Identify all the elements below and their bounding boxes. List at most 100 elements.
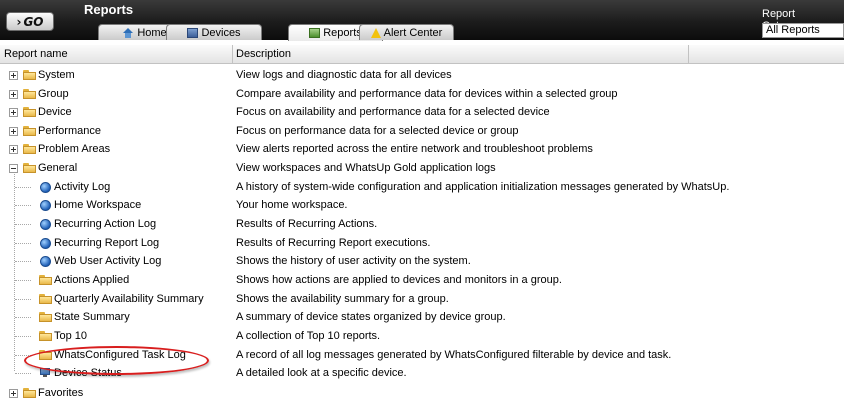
column-header-description[interactable]: Description bbox=[236, 48, 291, 60]
tree-row-state-summary[interactable]: State Summary A summary of device states… bbox=[0, 308, 844, 326]
go-button-label: GO bbox=[23, 14, 44, 29]
tree-row-general[interactable]: General View workspaces and WhatsUp Gold… bbox=[0, 159, 844, 177]
row-name: State Summary bbox=[54, 311, 130, 323]
tree-connector bbox=[15, 317, 31, 318]
tree-row-group[interactable]: Group Compare availability and performan… bbox=[0, 85, 844, 103]
folder-icon bbox=[23, 70, 36, 80]
tree-connector bbox=[15, 224, 31, 225]
row-description: View alerts reported across the entire n… bbox=[236, 143, 593, 155]
globe-icon bbox=[40, 219, 51, 230]
tree-connector bbox=[15, 299, 31, 300]
row-name: Recurring Report Log bbox=[54, 237, 160, 249]
row-description: Shows the history of user activity on th… bbox=[236, 255, 471, 267]
row-name: Quarterly Availability Summary bbox=[54, 293, 204, 305]
row-name: General bbox=[38, 162, 78, 174]
row-description: Results of Recurring Report executions. bbox=[236, 237, 431, 249]
folder-icon bbox=[23, 144, 36, 154]
tree-row-activity-log[interactable]: Activity Log A history of system-wide co… bbox=[0, 178, 844, 196]
expand-icon[interactable] bbox=[9, 127, 18, 136]
expand-icon[interactable] bbox=[9, 90, 18, 99]
tab-home-label: Home bbox=[137, 26, 167, 39]
row-name: Top 10 bbox=[54, 330, 88, 342]
reports-icon bbox=[309, 28, 321, 38]
row-description: Focus on availability and performance da… bbox=[236, 106, 550, 118]
tree-row-favorites[interactable]: Favorites bbox=[0, 384, 844, 402]
folder-icon bbox=[23, 126, 36, 136]
row-description: A history of system-wide configuration a… bbox=[236, 181, 730, 193]
folder-icon bbox=[39, 294, 52, 304]
go-button[interactable]: › GO bbox=[6, 12, 54, 31]
tree-row-top-10[interactable]: Top 10 A collection of Top 10 reports. bbox=[0, 327, 844, 345]
globe-icon bbox=[40, 256, 51, 267]
tree-row-recurring-action-log[interactable]: Recurring Action Log Results of Recurrin… bbox=[0, 215, 844, 233]
tree-row-recurring-report-log[interactable]: Recurring Report Log Results of Recurrin… bbox=[0, 234, 844, 252]
column-divider[interactable] bbox=[232, 45, 233, 63]
row-name: Performance bbox=[38, 125, 101, 137]
tree-connector bbox=[15, 205, 31, 206]
tree-row-web-user-activity-log[interactable]: Web User Activity Log Shows the history … bbox=[0, 252, 844, 270]
row-name: Actions Applied bbox=[54, 274, 130, 286]
row-name: Group bbox=[38, 88, 69, 100]
row-description: Shows the availability summary for a gro… bbox=[236, 293, 449, 305]
folder-icon bbox=[23, 89, 36, 99]
tree-row-device[interactable]: Device Focus on availability and perform… bbox=[0, 103, 844, 121]
expand-icon[interactable] bbox=[9, 389, 18, 398]
tab-reports-label: Reports bbox=[323, 27, 362, 39]
tree-connector bbox=[15, 373, 31, 374]
row-description: A collection of Top 10 reports. bbox=[236, 330, 381, 342]
row-name: Home Workspace bbox=[54, 199, 142, 211]
column-header-name[interactable]: Report name bbox=[4, 48, 68, 60]
tree-connector bbox=[15, 336, 31, 337]
tab-devices-label: Devices bbox=[201, 26, 241, 39]
row-description: A summary of device states organized by … bbox=[236, 311, 506, 323]
tree-row-whatsconfigured-task-log[interactable]: WhatsConfigured Task Log A record of all… bbox=[0, 346, 844, 364]
collapse-icon[interactable] bbox=[9, 164, 18, 173]
row-description: Focus on performance data for a selected… bbox=[236, 125, 519, 137]
row-description: View logs and diagnostic data for all de… bbox=[236, 69, 452, 81]
tree-row-device-status[interactable]: Device Status A detailed look at a speci… bbox=[0, 364, 844, 382]
globe-icon bbox=[40, 200, 51, 211]
row-name: Recurring Action Log bbox=[54, 218, 157, 230]
tree-connector bbox=[15, 243, 31, 244]
row-name: Activity Log bbox=[54, 181, 111, 193]
expand-icon[interactable] bbox=[9, 145, 18, 154]
expand-icon[interactable] bbox=[9, 108, 18, 117]
report-category-select[interactable]: All Reports bbox=[762, 23, 844, 38]
column-divider[interactable] bbox=[688, 45, 689, 63]
tree-row-performance[interactable]: Performance Focus on performance data fo… bbox=[0, 122, 844, 140]
row-name: WhatsConfigured Task Log bbox=[54, 349, 186, 361]
top-toolbar: › GO Reports Home Devices Reports Alert … bbox=[0, 0, 844, 41]
tree-row-problem-areas[interactable]: Problem Areas View alerts reported acros… bbox=[0, 140, 844, 158]
folder-icon bbox=[39, 275, 52, 285]
row-name: System bbox=[38, 69, 75, 81]
alert-icon bbox=[370, 27, 381, 38]
home-icon bbox=[123, 27, 134, 38]
row-description: View workspaces and WhatsUp Gold applica… bbox=[236, 162, 496, 174]
row-name: Device bbox=[38, 106, 72, 118]
folder-icon bbox=[23, 163, 36, 173]
tree-row-quarterly-availability-summary[interactable]: Quarterly Availability Summary Shows the… bbox=[0, 290, 844, 308]
tree-row-actions-applied[interactable]: Actions Applied Shows how actions are ap… bbox=[0, 271, 844, 289]
row-description: Results of Recurring Actions. bbox=[236, 218, 378, 230]
row-name: Device Status bbox=[54, 367, 122, 379]
tab-devices[interactable]: Devices bbox=[166, 24, 262, 40]
row-name: Problem Areas bbox=[38, 143, 111, 155]
folder-icon bbox=[23, 388, 36, 398]
expand-icon[interactable] bbox=[9, 71, 18, 80]
monitor-icon bbox=[40, 368, 50, 377]
row-description: A record of all log messages generated b… bbox=[236, 349, 672, 361]
tree-connector bbox=[15, 355, 31, 356]
column-header: Report name Description bbox=[0, 45, 844, 64]
go-arrow-icon: › bbox=[16, 14, 22, 29]
tree-connector bbox=[15, 280, 31, 281]
globe-icon bbox=[40, 182, 51, 193]
tree-row-system[interactable]: System View logs and diagnostic data for… bbox=[0, 66, 844, 84]
folder-icon bbox=[39, 331, 52, 341]
tab-alert-center[interactable]: Alert Center bbox=[359, 24, 454, 40]
row-description: Compare availability and performance dat… bbox=[236, 88, 618, 100]
tree-row-home-workspace[interactable]: Home Workspace Your home workspace. bbox=[0, 196, 844, 214]
page-title: Reports bbox=[84, 2, 134, 17]
row-name: Web User Activity Log bbox=[54, 255, 162, 267]
tab-alert-center-label: Alert Center bbox=[383, 26, 443, 39]
row-description: Shows how actions are applied to devices… bbox=[236, 274, 562, 286]
